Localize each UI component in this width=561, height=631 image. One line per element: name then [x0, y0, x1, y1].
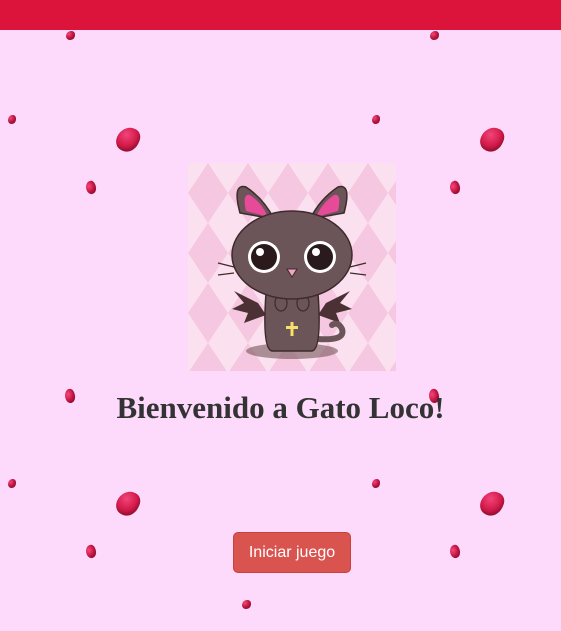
rose-petal-icon: [448, 179, 462, 196]
start-game-button[interactable]: Iniciar juego: [233, 532, 351, 573]
rose-petal-icon: [430, 31, 439, 40]
rose-petal-icon: [372, 479, 380, 488]
rose-petal-icon: [66, 31, 75, 40]
rose-petal-icon: [112, 487, 144, 520]
rose-petal-icon: [84, 179, 98, 196]
vampire-cat-icon: [188, 163, 396, 371]
rose-petal-icon: [84, 543, 98, 560]
rose-petal-icon: [242, 600, 251, 609]
rose-petal-icon: [372, 115, 380, 124]
rose-petal-icon: [8, 115, 16, 124]
rose-petal-icon: [476, 123, 508, 156]
rose-petal-icon: [448, 543, 462, 560]
rose-petal-icon: [112, 123, 144, 156]
welcome-title: Bienvenido a Gato Loco!: [116, 390, 445, 425]
top-bar: [0, 0, 561, 30]
rose-petal-icon: [476, 487, 508, 520]
rose-petal-icon: [8, 479, 16, 488]
